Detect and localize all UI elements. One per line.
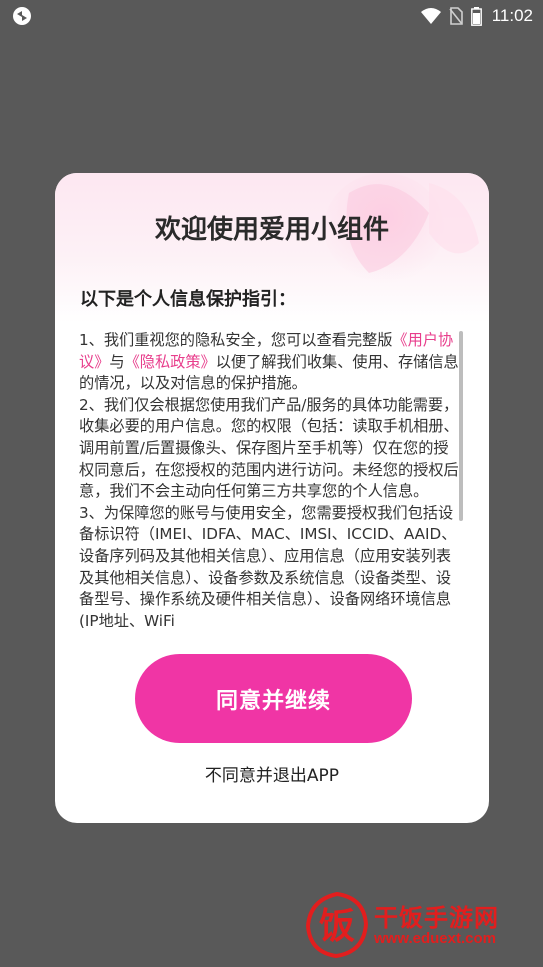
privacy-dialog: 欢迎使用爱用小组件 以下是个人信息保护指引： 1、我们重视您的隐私安全，您可以查… xyxy=(55,173,489,823)
wifi-icon xyxy=(420,8,441,24)
privacy-policy-link[interactable]: 《隐私政策》 xyxy=(125,353,216,371)
app-notification-icon xyxy=(13,7,31,25)
policy-text-scroll[interactable]: 1、我们重视您的隐私安全，您可以查看完整版《用户协议》与《隐私政策》以便了解我们… xyxy=(79,330,463,628)
policy-paragraph-3: 3、为保障您的账号与使用安全，您需要授权我们包括设备标识符（IMEI、IDFA、… xyxy=(79,503,457,628)
disagree-exit-link[interactable]: 不同意并退出APP xyxy=(55,761,489,786)
svg-text:饭: 饭 xyxy=(319,906,355,947)
dialog-subtitle: 以下是个人信息保护指引： xyxy=(80,289,296,310)
dialog-title: 欢迎使用爱用小组件 xyxy=(154,215,389,245)
watermark-url: www.eduext.com xyxy=(374,930,496,947)
status-time: 11:02 xyxy=(491,6,533,25)
no-sim-icon xyxy=(449,7,463,25)
policy-scrollbar[interactable] xyxy=(459,331,463,521)
watermark-logo-icon: 饭 xyxy=(305,891,369,959)
status-icons: 11:02 xyxy=(420,5,533,27)
agree-continue-button[interactable]: 同意并继续 xyxy=(135,654,412,743)
site-watermark: 饭 干饭手游网 www.eduext.com xyxy=(302,890,537,960)
watermark-name: 干饭手游网 xyxy=(374,904,499,932)
status-bar: 11:02 xyxy=(0,0,543,32)
policy-paragraph-1: 1、我们重视您的隐私安全，您可以查看完整版《用户协议》与《隐私政策》以便了解我们… xyxy=(79,331,459,393)
policy-paragraph-2: 2、我们仅会根据您使用我们产品/服务的具体功能需要，收集必要的用户信息。您的权限… xyxy=(79,395,459,501)
battery-icon xyxy=(470,6,482,26)
flower-decoration-icon xyxy=(324,173,479,283)
